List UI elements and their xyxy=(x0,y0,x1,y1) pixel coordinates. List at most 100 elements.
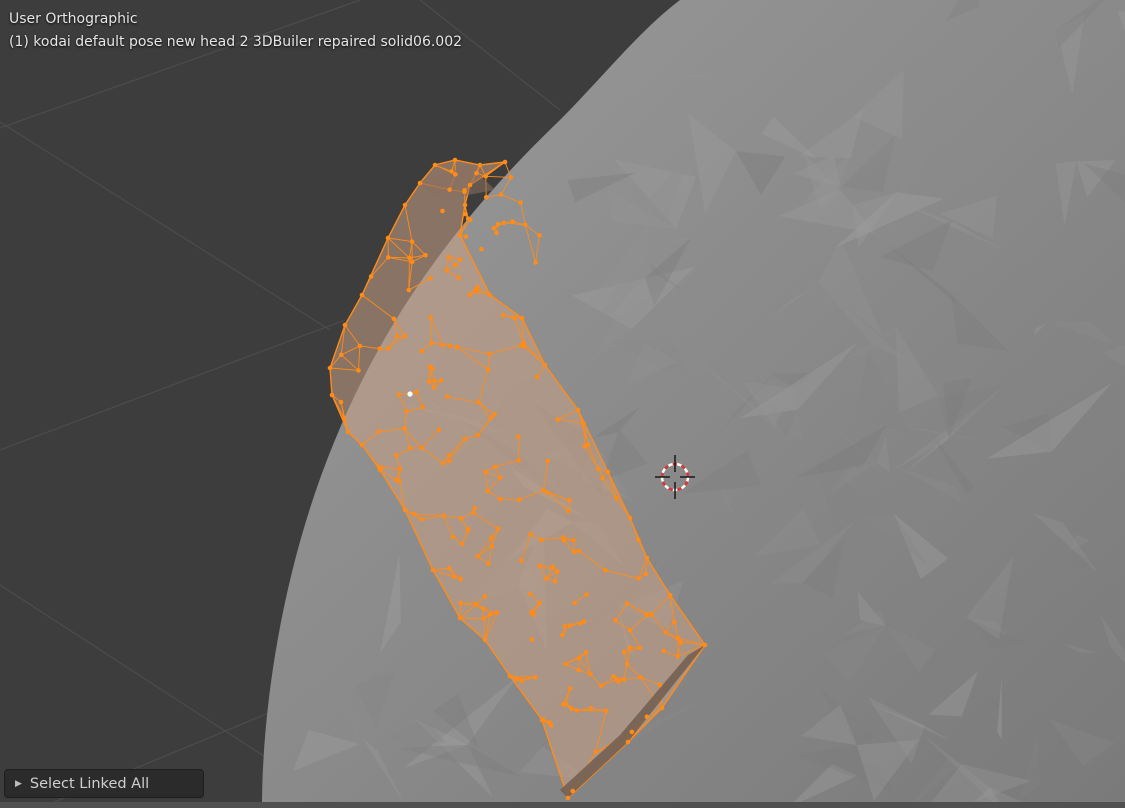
mesh-vertex xyxy=(458,600,463,606)
mesh-vertex xyxy=(629,729,635,735)
mesh-vertex xyxy=(574,708,580,713)
mesh-vertex xyxy=(475,432,481,438)
mesh-vertex xyxy=(481,606,486,611)
mesh-vertex xyxy=(555,569,560,574)
mesh-vertex xyxy=(419,516,424,522)
mesh-vertex xyxy=(376,429,382,434)
mesh-vertex xyxy=(614,495,619,501)
mesh-vertex xyxy=(342,416,347,421)
mesh-vertex xyxy=(644,555,650,561)
mesh-vertex xyxy=(552,578,558,584)
mesh-vertex xyxy=(409,239,415,244)
mesh-vertex xyxy=(402,202,408,208)
mesh-vertex xyxy=(519,678,524,684)
mesh-vertex xyxy=(462,202,468,208)
mesh-vertex xyxy=(495,221,501,227)
last-operator-panel[interactable]: ▶ Select Linked All xyxy=(4,769,204,798)
mesh-vertex xyxy=(462,436,468,442)
mesh-vertex xyxy=(576,548,582,554)
mesh-vertex xyxy=(402,426,407,431)
mesh-vertex xyxy=(356,368,361,373)
mesh-vertex xyxy=(458,516,464,521)
mesh-vertex xyxy=(625,739,631,745)
mesh-vertex xyxy=(406,287,412,293)
mesh-vertex xyxy=(414,389,419,395)
mesh-vertex xyxy=(385,255,391,260)
mesh-vertex xyxy=(447,187,452,192)
mesh-vertex xyxy=(548,723,554,728)
mesh-vertex xyxy=(569,706,574,712)
mesh-vertex xyxy=(627,627,633,633)
mesh-vertex xyxy=(605,469,611,475)
mesh-vertex xyxy=(407,255,412,261)
triangle-right-icon[interactable]: ▶ xyxy=(15,779,22,789)
mesh-vertex xyxy=(519,315,525,321)
mesh-vertex xyxy=(385,235,391,241)
mesh-vertex xyxy=(508,175,514,180)
mesh-vertex xyxy=(409,259,415,265)
mesh-vertex xyxy=(512,315,517,321)
mesh-vertex xyxy=(518,200,523,205)
mesh-vertex xyxy=(563,661,568,667)
mesh-vertex xyxy=(440,342,446,348)
mesh-vertex xyxy=(577,655,582,661)
mesh-vertex xyxy=(345,429,351,435)
mesh-vertex xyxy=(492,464,498,470)
mesh-vertex xyxy=(621,650,627,655)
mesh-vertex xyxy=(479,246,484,252)
mesh-vertex xyxy=(533,260,538,265)
mesh-vertex xyxy=(560,632,565,638)
mesh-vertex xyxy=(402,507,408,513)
mesh-vertex xyxy=(444,268,449,273)
mesh-vertex xyxy=(577,621,583,626)
mesh-vertex xyxy=(675,635,681,641)
mesh-vertex xyxy=(636,576,641,581)
mesh-vertex xyxy=(487,292,493,298)
mesh-vertex xyxy=(417,180,423,186)
mesh-vertex xyxy=(391,316,397,322)
mesh-vertex xyxy=(385,346,391,351)
mesh-vertex xyxy=(376,464,382,470)
mesh-vertex xyxy=(489,543,495,549)
mesh-vertex xyxy=(495,526,501,531)
mesh-vertex xyxy=(432,162,438,168)
mesh-vertex xyxy=(510,219,515,224)
mesh-vertex xyxy=(537,233,542,238)
mesh-vertex xyxy=(541,487,546,493)
mesh-vertex xyxy=(603,568,608,573)
mesh-vertex xyxy=(561,702,566,707)
mesh-vertex xyxy=(452,172,458,177)
mesh-vertex xyxy=(600,475,605,481)
mesh-vertex xyxy=(671,619,677,625)
mesh-vertex xyxy=(603,708,609,714)
mesh-vertex xyxy=(471,510,476,516)
mesh-vertex xyxy=(667,593,673,598)
mesh-vertex xyxy=(501,220,507,226)
mesh-vertex xyxy=(446,254,451,260)
mesh-vertex xyxy=(507,673,513,679)
mesh-vertex xyxy=(567,497,572,503)
mesh-vertex xyxy=(431,378,437,384)
mesh-vertex xyxy=(430,366,435,372)
mesh-vertex xyxy=(644,714,650,720)
mesh-vertex xyxy=(588,671,593,677)
mesh-vertex xyxy=(528,531,533,537)
mesh-vertex xyxy=(518,343,524,348)
mesh-vertex xyxy=(483,469,488,475)
mesh-vertex xyxy=(338,399,344,405)
mesh-vertex xyxy=(459,541,465,547)
mesh-vertex xyxy=(475,554,481,559)
mesh-vertex xyxy=(644,612,650,618)
mesh-vertex xyxy=(377,346,383,352)
mesh-vertex xyxy=(550,564,556,570)
mesh-vertex xyxy=(489,535,494,541)
mesh-vertex xyxy=(327,365,333,371)
3d-viewport[interactable]: User Orthographic (1) kodai default pose… xyxy=(0,0,1125,808)
mesh-vertex xyxy=(567,623,573,628)
mesh-vertex xyxy=(481,616,486,621)
mesh-vertex xyxy=(583,650,589,655)
viewport-scene[interactable] xyxy=(0,0,1125,808)
mesh-vertex xyxy=(537,600,542,606)
mesh-vertex xyxy=(394,453,399,458)
mesh-vertex xyxy=(404,408,409,414)
